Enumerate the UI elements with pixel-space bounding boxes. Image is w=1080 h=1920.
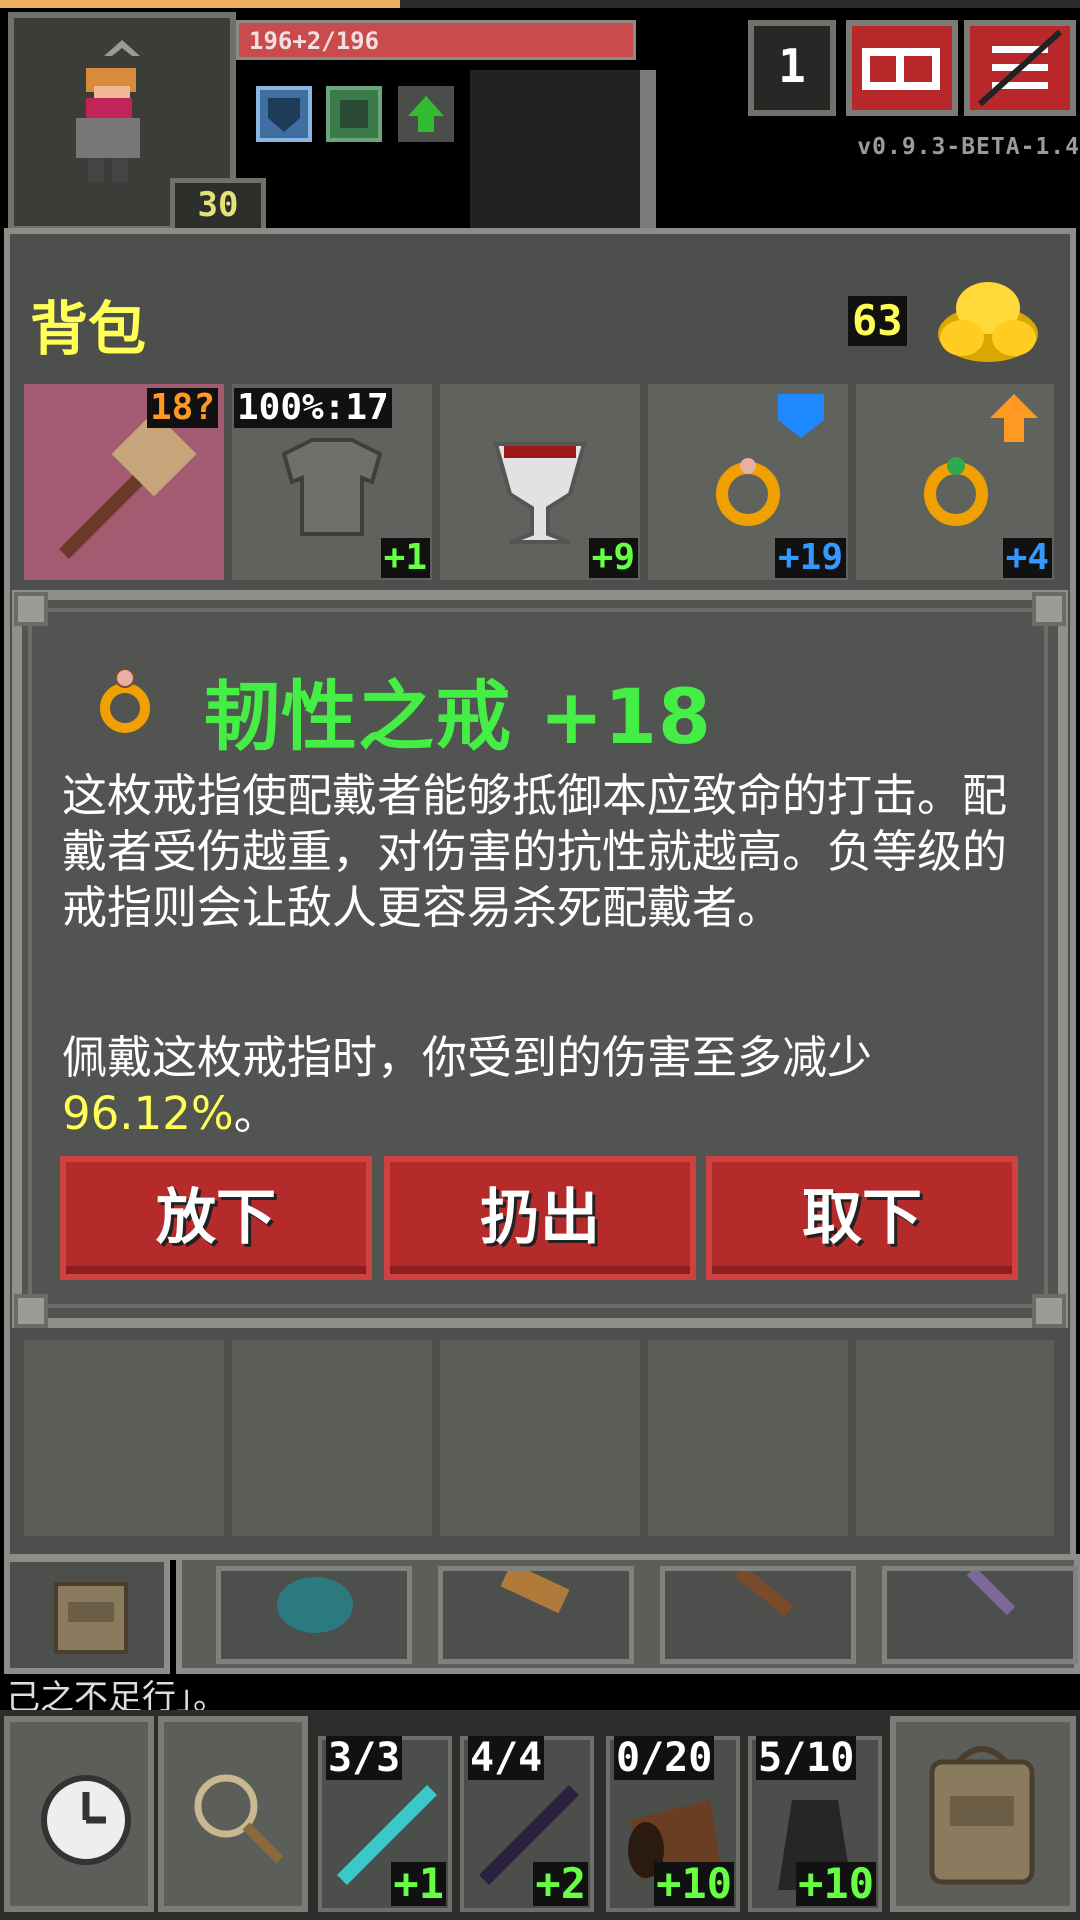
shield-badge-icon bbox=[778, 394, 824, 438]
version-label: v0.9.3-BETA-1.4 bbox=[857, 134, 1080, 160]
unequip-button[interactable]: 取下 bbox=[706, 1156, 1018, 1280]
armor-buff-icon[interactable] bbox=[326, 86, 382, 142]
magnifier-icon bbox=[194, 1774, 284, 1864]
quickslot-3-charges: 0/20 bbox=[614, 1735, 715, 1781]
gold-count: 63 bbox=[848, 296, 907, 346]
quickslot-2[interactable]: 4/4 +2 bbox=[460, 1736, 594, 1912]
ring-2-level-tag: +4 bbox=[1002, 538, 1052, 578]
inventory-slot[interactable] bbox=[24, 1340, 224, 1536]
quickslot-4[interactable]: 5/10 +10 bbox=[748, 1736, 882, 1912]
hero-level-badge: 30 bbox=[170, 178, 266, 234]
backpack-title: 背包 bbox=[30, 295, 147, 363]
experience-bar bbox=[0, 0, 1080, 8]
clock-icon bbox=[41, 1775, 131, 1865]
equip-slot-armor[interactable]: 100%:17 +1 bbox=[232, 384, 432, 580]
potion-bandolier-tab[interactable] bbox=[660, 1565, 856, 1664]
inventory-slot[interactable] bbox=[648, 1340, 848, 1536]
armor-level-tag: +1 bbox=[380, 538, 430, 578]
main-bag-tab[interactable] bbox=[4, 1556, 170, 1674]
gold-pile-icon bbox=[932, 268, 1044, 372]
inventory-slot[interactable] bbox=[440, 1340, 640, 1536]
equip-slot-artifact[interactable]: +9 bbox=[440, 384, 640, 580]
quickslot-4-charges: 5/10 bbox=[756, 1735, 857, 1781]
quickslot-2-charges: 4/4 bbox=[468, 1735, 545, 1781]
dialog-corner bbox=[1032, 1294, 1066, 1328]
wand-holster-tab[interactable] bbox=[882, 1566, 1078, 1664]
levitation-buff-icon[interactable] bbox=[398, 86, 454, 142]
inventory-button[interactable] bbox=[890, 1716, 1076, 1912]
quickslot-2-level: +2 bbox=[533, 1859, 588, 1908]
artifact-level-tag: +9 bbox=[588, 538, 638, 578]
shield-buff-icon[interactable] bbox=[256, 86, 312, 142]
scroll-holder-icon bbox=[500, 1562, 570, 1614]
equip-slot-ring-1[interactable]: +19 bbox=[648, 384, 848, 580]
quickslot-1-level: +1 bbox=[391, 1859, 446, 1908]
quickslot-1[interactable]: 3/3 +1 bbox=[318, 1736, 452, 1912]
equip-slot-weapon[interactable]: 18? bbox=[24, 384, 224, 580]
dialog-corner bbox=[14, 1294, 48, 1328]
scroll-holder-tab[interactable] bbox=[438, 1562, 634, 1664]
quickslot-3[interactable]: 0/20 +10 bbox=[606, 1736, 740, 1912]
bandolier-icon bbox=[734, 1565, 794, 1617]
armor-durability-tag: 100%:17 bbox=[234, 388, 392, 428]
search-button[interactable] bbox=[158, 1716, 308, 1912]
wand-holster-icon bbox=[966, 1566, 1016, 1616]
inventory-slot[interactable] bbox=[232, 1340, 432, 1536]
upgrade-arrow-icon bbox=[990, 394, 1038, 442]
menu-icon bbox=[977, 29, 1063, 107]
ring-of-tenacity-icon bbox=[88, 656, 162, 744]
stat-suffix: 。 bbox=[233, 1087, 279, 1140]
seed-pouch-icon bbox=[277, 1577, 353, 1633]
journal-icon bbox=[862, 48, 940, 90]
item-stat-text: 佩戴这枚戒指时，你受到的伤害至多减少96.12%。 bbox=[62, 1030, 1022, 1142]
journal-button[interactable] bbox=[846, 20, 958, 116]
dialog-corner bbox=[14, 592, 48, 626]
item-description: 这枚戒指使配戴者能够抵御本应致命的打击。配戴者受伤越重，对伤害的抗性就越高。负等… bbox=[62, 769, 1008, 934]
equip-slot-ring-2[interactable]: +4 bbox=[856, 384, 1054, 580]
menu-button[interactable] bbox=[964, 20, 1076, 116]
wait-button[interactable] bbox=[4, 1716, 154, 1912]
dialog-corner bbox=[1032, 592, 1066, 626]
stat-prefix: 佩戴这枚戒指时，你受到的伤害至多减少 bbox=[62, 1031, 873, 1084]
quickslot-1-charges: 3/3 bbox=[326, 1735, 403, 1781]
depth-indicator[interactable]: 1 bbox=[748, 20, 836, 116]
ring-1-level-tag: +19 bbox=[774, 538, 846, 578]
quickslot-3-level: +10 bbox=[654, 1859, 734, 1908]
throw-button[interactable]: 扔出 bbox=[384, 1156, 696, 1280]
weapon-strength-tag: 18? bbox=[146, 388, 218, 428]
dungeon-wall-tile bbox=[470, 70, 656, 230]
quickslot-4-level: +10 bbox=[796, 1859, 876, 1908]
stat-value: 96.12% bbox=[62, 1087, 234, 1140]
health-bar: 196+2/196 bbox=[236, 20, 636, 60]
item-title: 韧性之戒 +18 bbox=[204, 672, 712, 761]
experience-fill bbox=[0, 0, 400, 8]
backpack-icon bbox=[929, 1746, 1035, 1885]
drop-button[interactable]: 放下 bbox=[60, 1156, 372, 1280]
backpack-icon bbox=[54, 1582, 128, 1654]
seed-pouch-tab[interactable] bbox=[216, 1566, 412, 1664]
inventory-slot[interactable] bbox=[856, 1340, 1054, 1536]
health-text: 196+2/196 bbox=[249, 27, 380, 55]
